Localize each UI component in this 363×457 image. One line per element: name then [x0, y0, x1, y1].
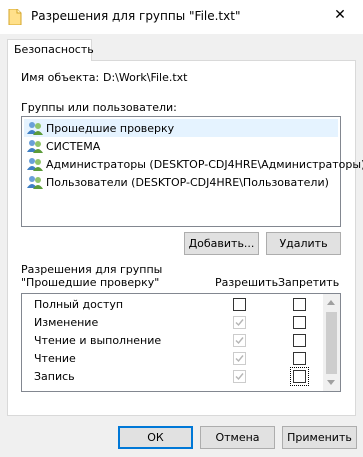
tab-security-label: Безопасность: [14, 43, 94, 56]
list-item-label: Администраторы (DESKTOP-CDJ4HRE\Админист…: [46, 157, 363, 171]
allow-read-execute-checkbox: [233, 334, 246, 347]
permission-name: Запись: [34, 370, 75, 383]
deny-read-checkbox[interactable]: [293, 352, 306, 365]
permissions-header-line1: Разрешения для группы: [21, 263, 163, 276]
checkmark-icon: [235, 373, 244, 381]
deny-column-header: Запретить: [278, 276, 340, 289]
cancel-button[interactable]: Отмена: [200, 426, 275, 449]
permission-name: Изменение: [34, 316, 99, 329]
deny-write-checkbox[interactable]: [293, 370, 306, 383]
object-name-value: D:\Work\File.txt: [103, 71, 188, 84]
add-button[interactable]: Добавить...: [184, 232, 259, 255]
permissions-list[interactable]: Полный доступ Изменение Чтение и выполне…: [21, 293, 341, 392]
scroll-up-icon[interactable]: [327, 300, 335, 305]
apply-button-label: Применить: [287, 431, 352, 444]
permission-row-read-execute: Чтение и выполнение: [22, 332, 322, 350]
users-icon: [27, 174, 43, 190]
groups-label: Группы или пользователи:: [21, 101, 177, 114]
list-item-label: Пользователи (DESKTOP-CDJ4HRE\Пользовате…: [46, 175, 329, 189]
cancel-button-label: Отмена: [215, 431, 260, 444]
object-name-label: Имя объекта:: [21, 71, 100, 84]
allow-full-control-checkbox[interactable]: [233, 298, 246, 311]
permission-row-full-control: Полный доступ: [22, 296, 322, 314]
list-item-system[interactable]: СИСТЕМА: [24, 137, 338, 155]
users-icon: [27, 156, 43, 172]
list-item-label: Прошедшие проверку: [46, 121, 175, 135]
close-icon: ✕: [334, 7, 346, 23]
file-icon: [8, 8, 22, 26]
remove-button-label: Удалить: [279, 237, 328, 250]
checkmark-icon: [235, 355, 244, 363]
apply-button[interactable]: Применить: [282, 426, 357, 449]
users-icon: [27, 138, 43, 154]
permission-name: Полный доступ: [34, 298, 124, 311]
title-bar[interactable]: Разрешения для группы "File.txt" ✕: [0, 0, 363, 34]
scroll-down-icon[interactable]: [327, 380, 335, 385]
allow-write-checkbox: [233, 370, 246, 383]
deny-modify-checkbox[interactable]: [293, 316, 306, 329]
list-item-administrators[interactable]: Администраторы (DESKTOP-CDJ4HRE\Админист…: [24, 155, 363, 173]
list-item-users[interactable]: Пользователи (DESKTOP-CDJ4HRE\Пользовате…: [24, 173, 338, 191]
checkmark-icon: [235, 337, 244, 345]
window-title: Разрешения для группы "File.txt": [31, 9, 241, 23]
list-item-authenticated-users[interactable]: Прошедшие проверку: [24, 119, 338, 137]
allow-modify-checkbox: [233, 316, 246, 329]
permissions-header-line2: "Прошедшие проверку": [21, 276, 160, 289]
add-button-label: Добавить...: [188, 237, 255, 250]
permission-name: Чтение: [34, 352, 76, 365]
remove-button[interactable]: Удалить: [266, 232, 341, 255]
deny-read-execute-checkbox[interactable]: [293, 334, 306, 347]
permissions-dialog: Разрешения для группы "File.txt" ✕ Безоп…: [0, 0, 363, 457]
permission-row-read: Чтение: [22, 350, 322, 368]
checkmark-icon: [235, 319, 244, 327]
permission-row-write: Запись: [22, 367, 322, 386]
ok-button[interactable]: ОК: [118, 426, 193, 449]
groups-list[interactable]: Прошедшие проверку СИСТЕМА Администратор…: [21, 116, 363, 227]
scroll-thumb[interactable]: [326, 312, 337, 374]
tab-security[interactable]: Безопасность: [7, 39, 94, 61]
deny-full-control-checkbox[interactable]: [293, 298, 306, 311]
permission-row-modify: Изменение: [22, 314, 322, 332]
ok-button-label: ОК: [147, 431, 164, 444]
close-button[interactable]: ✕: [317, 0, 363, 30]
permissions-scrollbar[interactable]: [323, 294, 340, 391]
allow-read-checkbox: [233, 352, 246, 365]
permission-name: Чтение и выполнение: [34, 334, 162, 347]
users-icon: [27, 120, 43, 136]
allow-column-header: Разрешить: [215, 276, 279, 289]
list-item-label: СИСТЕМА: [46, 139, 101, 153]
